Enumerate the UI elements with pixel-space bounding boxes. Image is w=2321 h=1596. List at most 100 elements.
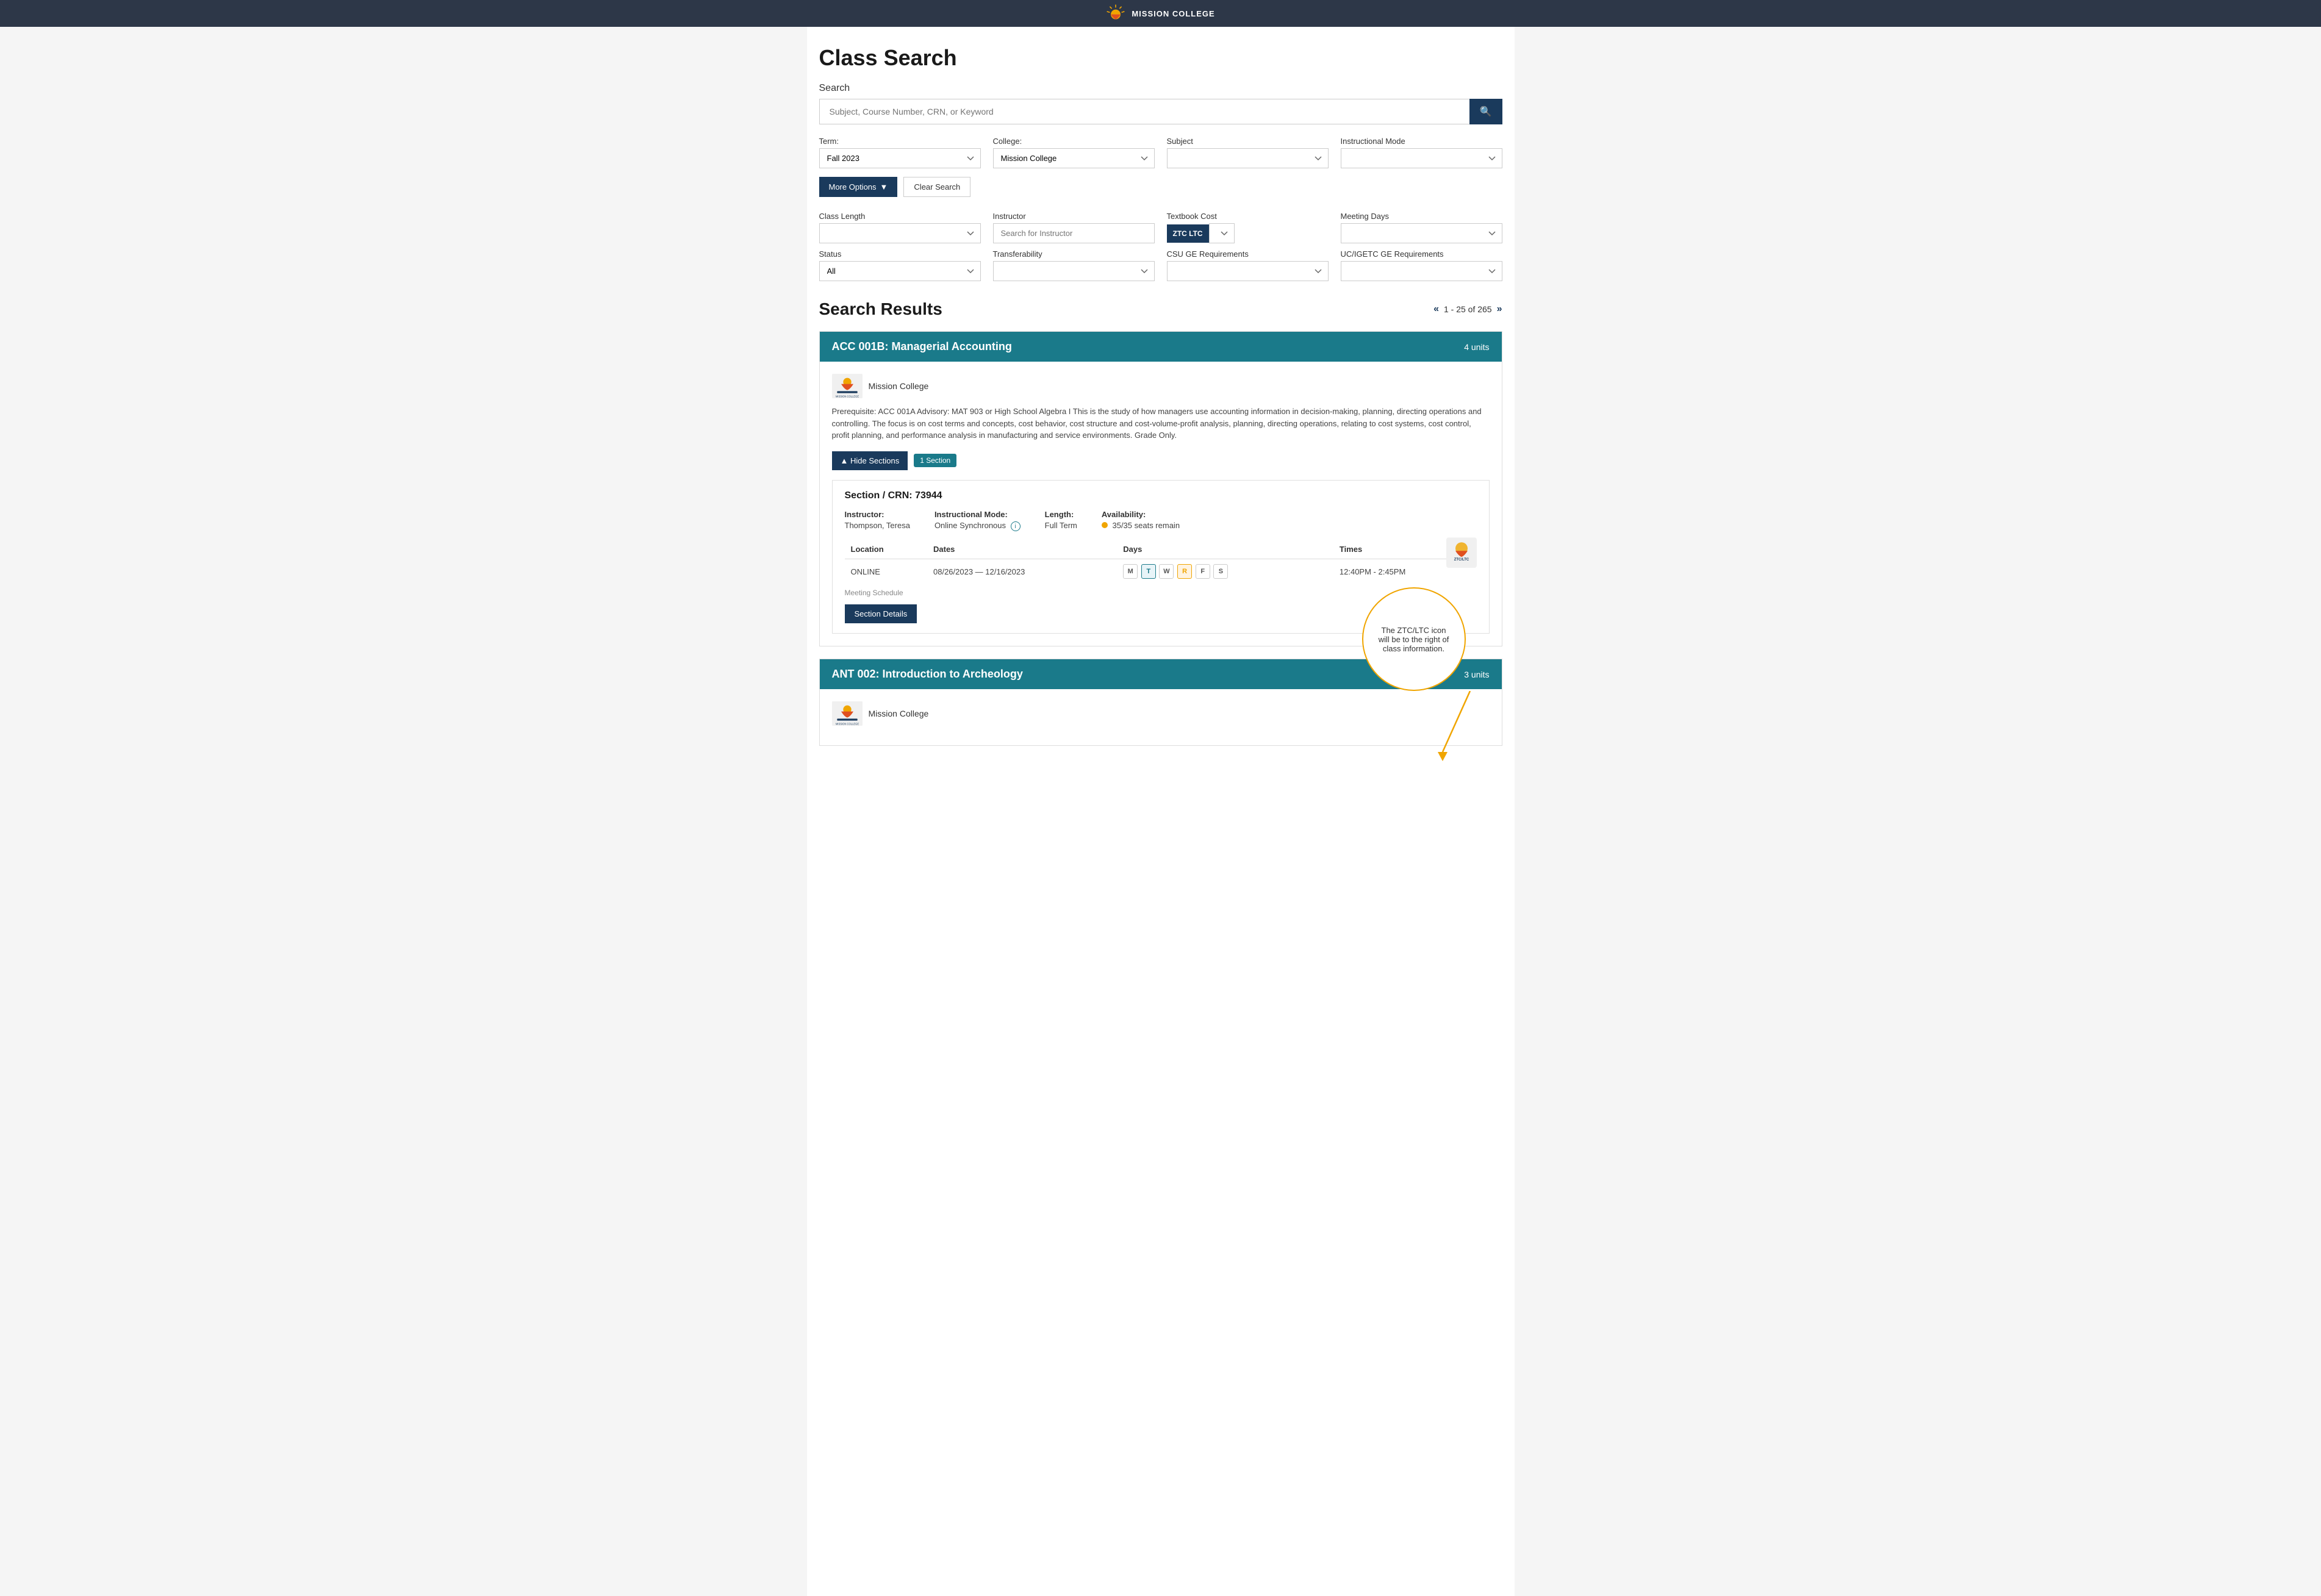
clear-search-label: Clear Search xyxy=(914,182,960,191)
course-title-ant002: ANT 002: Introduction to Archeology xyxy=(832,668,1023,681)
mode-info-icon[interactable]: i xyxy=(1011,521,1021,531)
length-info-label: Length: xyxy=(1045,510,1077,519)
availability-info-label: Availability: xyxy=(1102,510,1180,519)
meeting-days-select[interactable] xyxy=(1341,223,1502,243)
course-body-ant002: MISSION COLLEGE Mission College xyxy=(820,689,1502,745)
more-options-button[interactable]: More Options ▼ xyxy=(819,177,898,197)
svg-text:ZTC/LTC: ZTC/LTC xyxy=(1454,558,1469,562)
pagination-prev-button[interactable]: « xyxy=(1433,304,1439,315)
class-length-label: Class Length xyxy=(819,212,981,221)
college-logo-icon: MISSION COLLEGE xyxy=(832,374,863,398)
mode-select[interactable] xyxy=(1341,148,1502,168)
day-t: T xyxy=(1141,564,1156,579)
first-card-wrapper: ACC 001B: Managerial Accounting 4 units … xyxy=(819,331,1502,646)
search-label: Search xyxy=(819,83,1502,94)
college-filter: College: Mission College West Valley Col… xyxy=(993,137,1155,168)
course-description-acc001b: Prerequisite: ACC 001A Advisory: MAT 903… xyxy=(832,406,1490,442)
instructor-info-value: Thompson, Teresa xyxy=(845,521,910,530)
college-info-acc001b: MISSION COLLEGE Mission College xyxy=(832,374,1490,398)
meeting-days-label: Meeting Days xyxy=(1341,212,1502,221)
clear-search-button[interactable]: Clear Search xyxy=(903,177,970,197)
textbook-badge: ZTC LTC xyxy=(1167,224,1209,243)
college-name-ant002: Mission College xyxy=(869,709,929,718)
textbook-cost-row: ZTC LTC xyxy=(1167,223,1329,243)
instructor-info: Instructor: Thompson, Teresa xyxy=(845,510,910,532)
pagination-info: 1 - 25 of 265 xyxy=(1444,304,1492,314)
pagination-next-button[interactable]: » xyxy=(1497,304,1502,315)
mode-info-label: Instructional Mode: xyxy=(934,510,1021,519)
csu-ge-filter: CSU GE Requirements xyxy=(1167,249,1329,281)
tooltip-bubble: The ZTC/LTC icon will be to the right of… xyxy=(1362,587,1466,691)
schedule-table: Location Dates Days Times ONLINE 08/26/2… xyxy=(845,540,1477,584)
schedule-row: ONLINE 08/26/2023 — 12/16/2023 M T W R F… xyxy=(845,559,1477,584)
action-row: More Options ▼ Clear Search xyxy=(819,177,1502,197)
class-length-select[interactable] xyxy=(819,223,981,243)
term-filter: Term: Fall 2023 Spring 2023 Summer 2023 xyxy=(819,137,981,168)
mode-info-value: Online Synchronous i xyxy=(934,521,1021,532)
tooltip-text: The ZTC/LTC icon will be to the right of… xyxy=(1376,626,1452,653)
availability-info: Availability: 35/35 seats remain xyxy=(1102,510,1180,532)
section-controls-acc001b: ▲ Hide Sections 1 Section xyxy=(832,451,1490,470)
day-m: M xyxy=(1123,564,1138,579)
college-info-ant002: MISSION COLLEGE Mission College xyxy=(832,701,1490,726)
section-count-badge: 1 Section xyxy=(914,454,956,467)
instructor-label: Instructor xyxy=(993,212,1155,221)
dates-col-header: Dates xyxy=(927,540,1117,559)
uc-igetc-filter: UC/IGETC GE Requirements xyxy=(1341,249,1502,281)
status-filter: Status All xyxy=(819,249,981,281)
textbook-cost-label: Textbook Cost xyxy=(1167,212,1329,221)
mode-info: Instructional Mode: Online Synchronous i xyxy=(934,510,1021,532)
status-select[interactable]: All xyxy=(819,261,981,281)
schedule-dates: 08/26/2023 — 12/16/2023 xyxy=(927,559,1117,584)
instructor-input[interactable] xyxy=(993,223,1155,243)
day-r: R xyxy=(1177,564,1192,579)
hide-sections-button[interactable]: ▲ Hide Sections xyxy=(832,451,908,470)
csu-ge-label: CSU GE Requirements xyxy=(1167,249,1329,259)
pagination: « 1 - 25 of 265 » xyxy=(1433,304,1502,315)
filter-row: Term: Fall 2023 Spring 2023 Summer 2023 … xyxy=(819,137,1502,168)
hide-sections-label: ▲ Hide Sections xyxy=(841,456,900,465)
course-header-acc001b: ACC 001B: Managerial Accounting 4 units xyxy=(820,332,1502,362)
sun-logo-icon xyxy=(1106,4,1125,23)
schedule-days: M T W R F S xyxy=(1117,559,1333,584)
main-content: Class Search Search 🔍 Term: Fall 2023 Sp… xyxy=(807,27,1515,1596)
uc-igetc-select[interactable] xyxy=(1341,261,1502,281)
transferability-label: Transferability xyxy=(993,249,1155,259)
meeting-days-filter: Meeting Days xyxy=(1341,212,1502,243)
search-input[interactable] xyxy=(819,99,1469,124)
class-length-filter: Class Length xyxy=(819,212,981,243)
advanced-filters-row1: Class Length Instructor Textbook Cost ZT… xyxy=(819,212,1502,243)
term-select[interactable]: Fall 2023 Spring 2023 Summer 2023 xyxy=(819,148,981,168)
college-select[interactable]: Mission College West Valley College xyxy=(993,148,1155,168)
csu-ge-select[interactable] xyxy=(1167,261,1329,281)
section-details-button[interactable]: Section Details xyxy=(845,604,917,623)
advanced-filters-row2: Status All Transferability CSU GE Requir… xyxy=(819,249,1502,281)
college-label: College: xyxy=(993,137,1155,146)
college-logo-icon-2: MISSION COLLEGE xyxy=(832,701,863,726)
brand: MISSION COLLEGE xyxy=(1106,4,1214,23)
transferability-filter: Transferability xyxy=(993,249,1155,281)
subject-label: Subject xyxy=(1167,137,1329,146)
top-navigation: MISSION COLLEGE xyxy=(0,0,2321,27)
uc-igetc-label: UC/IGETC GE Requirements xyxy=(1341,249,1502,259)
search-button[interactable]: 🔍 xyxy=(1469,99,1502,124)
term-label: Term: xyxy=(819,137,981,146)
length-info-value: Full Term xyxy=(1045,521,1077,530)
course-units-ant002: 3 units xyxy=(1464,670,1489,679)
length-info: Length: Full Term xyxy=(1045,510,1077,532)
brand-name: MISSION COLLEGE xyxy=(1132,9,1214,18)
meeting-schedule-label: Meeting Schedule xyxy=(845,589,1477,597)
mode-filter: Instructional Mode xyxy=(1341,137,1502,168)
textbook-select[interactable] xyxy=(1209,223,1235,243)
svg-text:MISSION COLLEGE: MISSION COLLEGE xyxy=(835,722,859,725)
results-title: Search Results xyxy=(819,299,942,319)
transferability-select[interactable] xyxy=(993,261,1155,281)
course-units-acc001b: 4 units xyxy=(1464,342,1489,352)
results-header: Search Results « 1 - 25 of 265 » xyxy=(819,299,1502,319)
chevron-down-icon: ▼ xyxy=(880,182,888,191)
instructor-info-label: Instructor: xyxy=(845,510,910,519)
page-title: Class Search xyxy=(819,45,1502,71)
availability-info-value: 35/35 seats remain xyxy=(1102,521,1180,530)
ztc-ltc-icon: ZTC/LTC xyxy=(1446,537,1477,570)
subject-select[interactable] xyxy=(1167,148,1329,168)
